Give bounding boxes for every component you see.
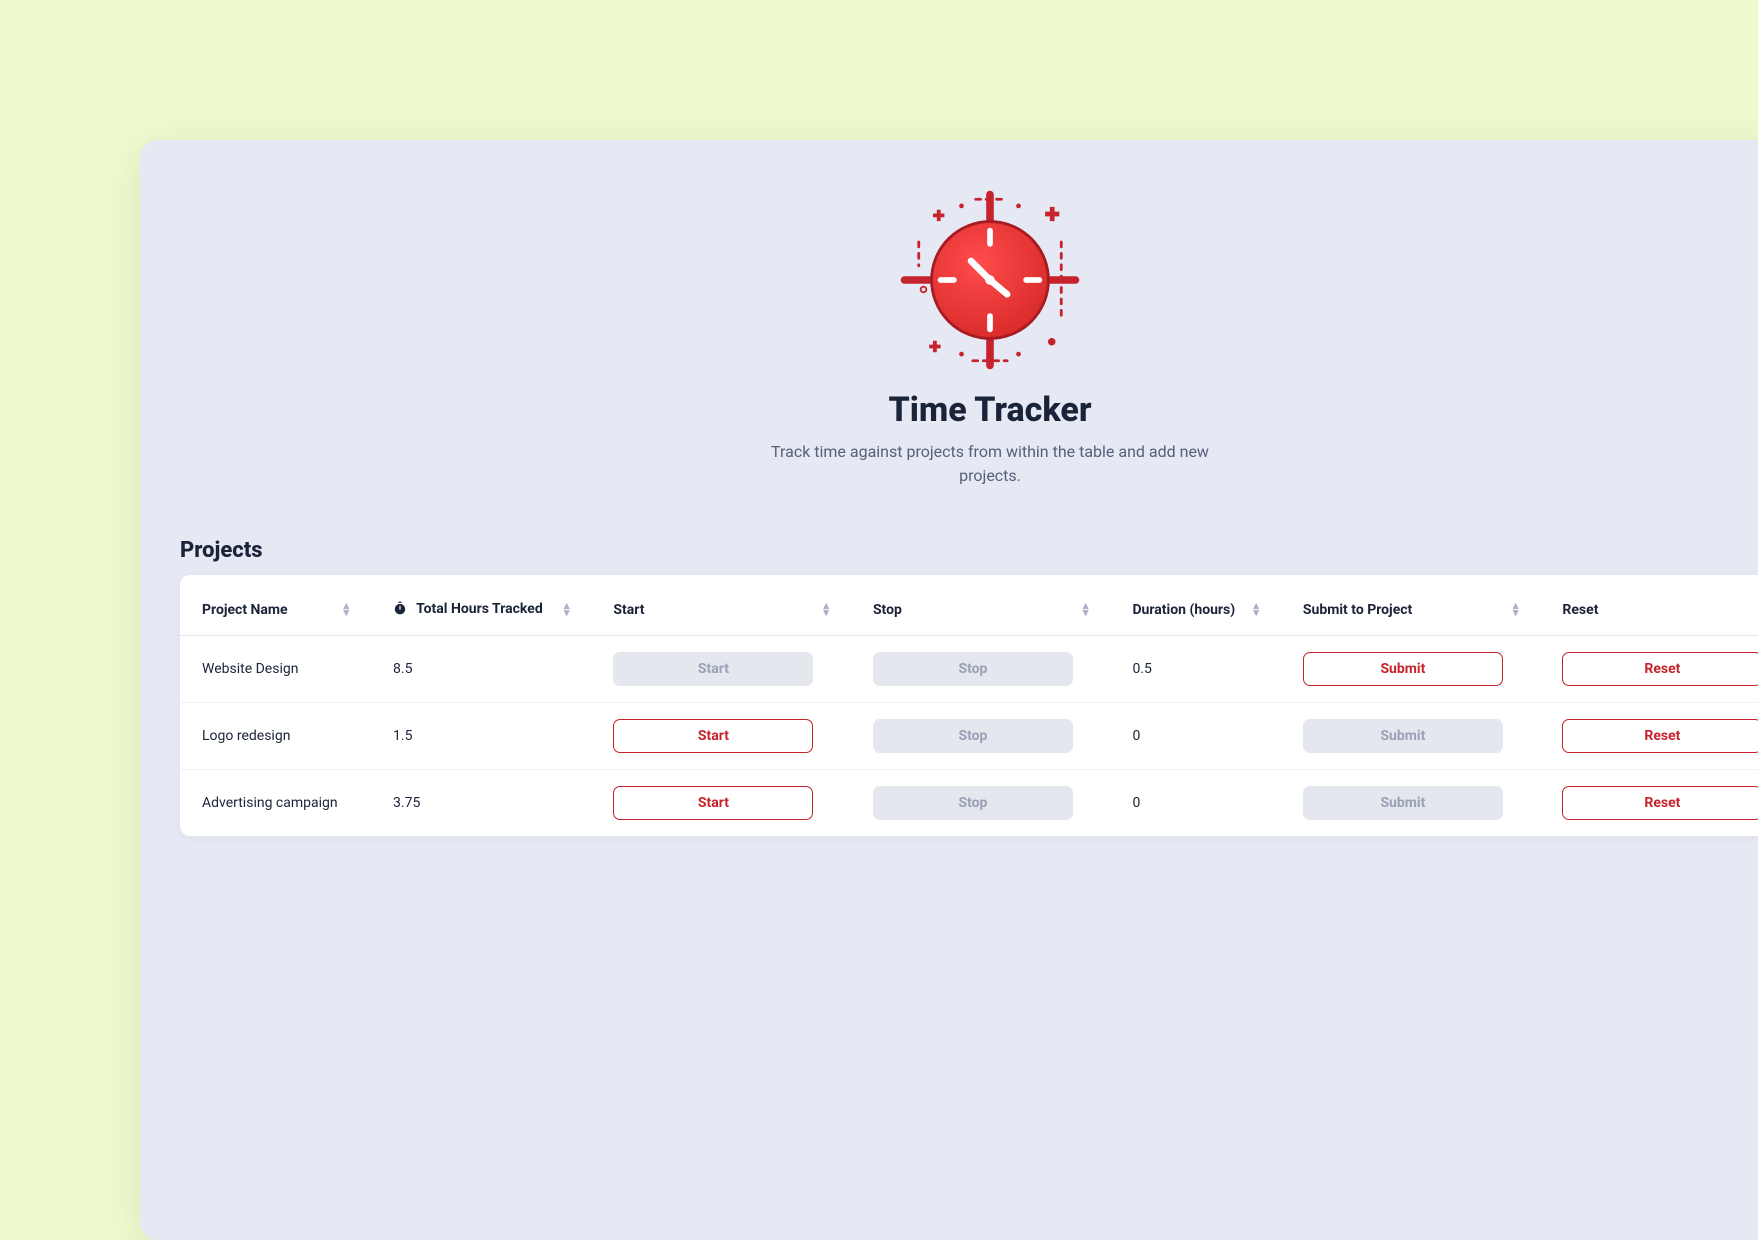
cell-reset: Reset [1540, 770, 1758, 837]
table-row: Logo redesign1.5 Start Stop 0 Submit Reset [180, 703, 1758, 770]
col-label: Reset [1562, 602, 1598, 618]
cell-submit: Submit [1281, 703, 1541, 770]
stop-button: Stop [873, 786, 1073, 820]
cell-project-name: Logo redesign [180, 703, 371, 770]
col-start[interactable]: Start ▴▾ [591, 585, 851, 636]
app-frame: Time Tracker Track time against projects… [140, 140, 1758, 1240]
sort-icon: ▴▾ [564, 603, 570, 616]
cell-total-hours: 3.75 [371, 770, 591, 837]
start-button[interactable]: Start [613, 786, 813, 820]
cell-submit: Submit [1281, 636, 1541, 703]
clock-icon [890, 180, 1090, 380]
reset-button[interactable]: Reset [1562, 652, 1758, 686]
start-button[interactable]: Start [613, 719, 813, 753]
cell-total-hours: 8.5 [371, 636, 591, 703]
cell-stop: Stop [851, 703, 1111, 770]
col-submit[interactable]: Submit to Project ▴▾ [1281, 585, 1541, 636]
submit-button[interactable]: Submit [1303, 652, 1503, 686]
col-label: Duration (hours) [1132, 602, 1235, 618]
cell-total-hours: 1.5 [371, 703, 591, 770]
cell-start: Start [591, 703, 851, 770]
cell-duration: 0 [1110, 770, 1280, 837]
col-label: Project Name [202, 602, 288, 618]
reset-button[interactable]: Reset [1562, 786, 1758, 820]
col-stop[interactable]: Stop ▴▾ [851, 585, 1111, 636]
cell-duration: 0 [1110, 703, 1280, 770]
submit-button: Submit [1303, 786, 1503, 820]
cell-reset: Reset [1540, 636, 1758, 703]
col-label: Total Hours Tracked [416, 601, 543, 617]
cell-submit: Submit [1281, 770, 1541, 837]
table-row: Advertising campaign3.75 Start Stop 0 Submit… [180, 770, 1758, 837]
sort-icon: ▴▾ [1513, 603, 1519, 616]
col-total-hours[interactable]: Total Hours Tracked ▴▾ [371, 585, 591, 636]
cell-project-name: Website Design [180, 636, 371, 703]
submit-button: Submit [1303, 719, 1503, 753]
stop-button: Stop [873, 719, 1073, 753]
start-button: Start [613, 652, 813, 686]
cell-start: Start [591, 770, 851, 837]
col-project-name[interactable]: Project Name ▴▾ [180, 585, 371, 636]
cell-reset: Reset [1540, 703, 1758, 770]
cell-stop: Stop [851, 636, 1111, 703]
cell-stop: Stop [851, 770, 1111, 837]
col-label: Start [613, 602, 644, 618]
stopwatch-icon [393, 601, 407, 619]
projects-table-card: Project Name ▴▾ Total Hours Tracked [180, 575, 1758, 836]
col-label: Stop [873, 602, 902, 618]
reset-button[interactable]: Reset [1562, 719, 1758, 753]
cell-start: Start [591, 636, 851, 703]
stop-button: Stop [873, 652, 1073, 686]
sort-icon: ▴▾ [1083, 603, 1089, 616]
page-subtitle: Track time against projects from within … [740, 440, 1240, 488]
cell-project-name: Advertising campaign [180, 770, 371, 837]
projects-heading: Projects [180, 538, 1758, 563]
cell-duration: 0.5 [1110, 636, 1280, 703]
app-header: Time Tracker Track time against projects… [140, 140, 1758, 508]
sort-icon: ▴▾ [344, 603, 350, 616]
table-row: Website Design8.5 Start Stop 0.5 Submit Reset [180, 636, 1758, 703]
col-duration[interactable]: Duration (hours) ▴▾ [1110, 585, 1280, 636]
sort-icon: ▴▾ [1253, 603, 1259, 616]
page-title: Time Tracker [888, 390, 1091, 430]
projects-table: Project Name ▴▾ Total Hours Tracked [180, 585, 1758, 836]
sort-icon: ▴▾ [823, 603, 829, 616]
col-label: Submit to Project [1303, 602, 1412, 618]
col-reset[interactable]: Reset ▴▾ [1540, 585, 1758, 636]
